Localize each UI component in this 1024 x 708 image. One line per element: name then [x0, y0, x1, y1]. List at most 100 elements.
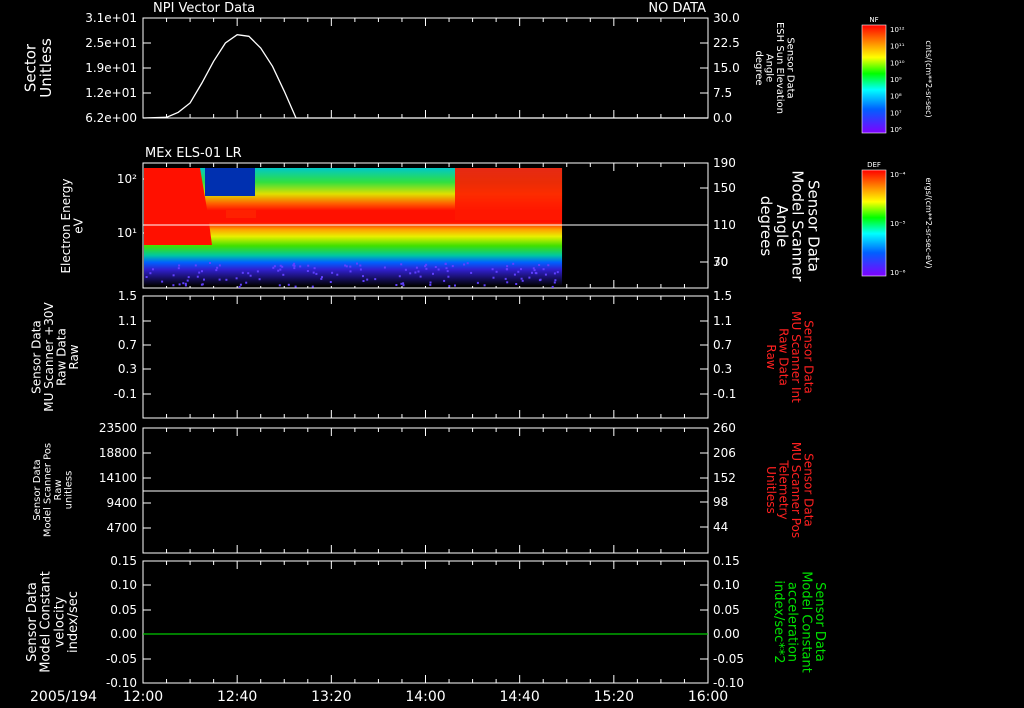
panel4-right-tick-label: 260 — [713, 421, 736, 435]
panel3-right-tick-label: 0.7 — [713, 338, 732, 352]
panel2-dot — [336, 274, 338, 276]
panel2-dot — [240, 284, 242, 286]
panel1-left-label: Unitless — [37, 38, 55, 98]
panel2-dot — [538, 264, 540, 266]
panel1-left-tick-label: 1.9e+01 — [85, 61, 137, 75]
panel2-dot — [409, 272, 411, 274]
panel2-dot — [280, 265, 282, 267]
panel2-left-tick-label: 10² — [117, 172, 137, 186]
panel3-left-tick-label: 1.5 — [118, 289, 137, 303]
panel5-left-tick-label: 0.15 — [110, 554, 137, 568]
panel2-dot — [522, 280, 524, 282]
panel2-dot — [514, 274, 516, 276]
panel2-dot — [288, 284, 290, 286]
panel2-dot — [349, 266, 351, 268]
panel4-right-tick-label: 206 — [713, 446, 736, 460]
panel2-dot — [320, 278, 322, 280]
panel2-right-tick-label: 190 — [713, 156, 736, 170]
panel4-left-label: unitless — [63, 471, 74, 510]
panel2-dot — [362, 275, 364, 277]
panel1-right-label: Angle — [763, 54, 774, 82]
panel2-dot — [447, 276, 449, 278]
x-axis-date: 2005/194 — [30, 689, 97, 705]
x-axis-tick-label: 12:00 — [123, 689, 163, 705]
def-colorbar-tick-label: 10⁻⁶ — [890, 269, 906, 277]
panel2-dot — [520, 268, 522, 270]
panel2-dot — [443, 280, 445, 282]
panel4-left-tick-label: 23500 — [99, 421, 137, 435]
panel2-dot — [259, 278, 261, 280]
panel3-right-tick-label: 1.5 — [713, 289, 732, 303]
panel2-dot — [152, 268, 154, 270]
panel2-dot — [307, 270, 309, 272]
panel2-dot — [242, 272, 244, 274]
panel2-right-tick-label: 30 — [713, 255, 728, 269]
panel2-dot — [448, 285, 450, 287]
nf-colorbar-tick-label: 10¹² — [890, 26, 905, 34]
panel2-dot — [484, 284, 486, 286]
panel1-series-line — [143, 35, 708, 118]
panel2-dot — [554, 279, 556, 281]
panel1-left-tick-label: 2.5e+01 — [85, 36, 137, 50]
panel2-dot — [554, 282, 556, 284]
panel5-right-tick-label: 0.00 — [713, 627, 740, 641]
panel1-left-tick-label: 1.2e+01 — [85, 86, 137, 100]
nf-colorbar-unit: cnts/(cm**2-sr-sec) — [924, 40, 933, 117]
panel2-dot — [447, 270, 449, 272]
panel2-dot — [209, 262, 211, 264]
panel4-right-tick-label: 152 — [713, 471, 736, 485]
panel2-dot — [250, 275, 252, 277]
panel2-dot — [359, 265, 361, 267]
panel2-dot — [425, 268, 427, 270]
def-colorbar-tick-label: 10⁻⁴ — [890, 171, 906, 179]
panel2-dot — [201, 270, 203, 272]
panel1-right-tick-label: 22.5 — [713, 36, 740, 50]
panel2-dot — [187, 280, 189, 282]
panel2-dot — [467, 262, 469, 264]
x-axis-tick-label: 16:00 — [688, 689, 728, 705]
panel3-right-tick-label: 1.1 — [713, 314, 732, 328]
panel2-dot — [399, 275, 401, 277]
x-axis-tick-label: 14:40 — [499, 689, 539, 705]
panel4-right-label: Unitless — [764, 466, 778, 514]
nf-colorbar-tick-label: 10⁷ — [890, 109, 902, 117]
panel2-dot — [540, 279, 542, 281]
panel2-dot — [236, 277, 238, 279]
panel2-dot — [463, 264, 465, 266]
x-axis-tick-label: 13:20 — [311, 689, 351, 705]
panel2-dot — [215, 269, 217, 271]
panel2-dot — [293, 267, 295, 269]
panel2-dot — [506, 265, 508, 267]
panel2-dot — [547, 264, 549, 266]
panel2-dot — [245, 282, 247, 284]
panel2-dot — [554, 272, 556, 274]
panel2-dot — [312, 286, 314, 288]
panel4-left-tick-label: 4700 — [106, 521, 137, 535]
panel5-left-tick-label: 0.10 — [110, 578, 137, 592]
panel2-dot — [294, 265, 296, 267]
panel2-dot — [225, 279, 227, 281]
panel2-dot — [435, 266, 437, 268]
panel4-left-label: Raw — [53, 479, 64, 500]
panel2-dot — [330, 281, 332, 283]
panel2-dot — [346, 265, 348, 267]
panel2-dot — [179, 283, 181, 285]
panel2-dot — [331, 272, 333, 274]
panel2-dot — [493, 277, 495, 279]
panel1-left-tick-label: 6.2e+00 — [85, 111, 137, 125]
panel1-right-tick-label: 0.0 — [713, 111, 732, 125]
def-colorbar-unit: ergs/(cm**2-sr-sec-eV) — [924, 177, 933, 268]
panel2-dot — [314, 267, 316, 269]
panel2-dot — [216, 267, 218, 269]
panel2-dot — [438, 269, 440, 271]
panel2-dot — [432, 273, 434, 275]
panel1-status: NO DATA — [648, 1, 706, 16]
panel2-dot — [350, 270, 352, 272]
panel2-dot — [315, 273, 317, 275]
panel2-dot — [477, 282, 479, 284]
panel5-right-tick-label: 0.10 — [713, 578, 740, 592]
panel1-right-tick-label: 7.5 — [713, 86, 732, 100]
panel2-dot — [521, 278, 523, 280]
nf-colorbar-label: NF — [869, 16, 878, 24]
panel1-right-tick-label: 30.0 — [713, 11, 740, 25]
